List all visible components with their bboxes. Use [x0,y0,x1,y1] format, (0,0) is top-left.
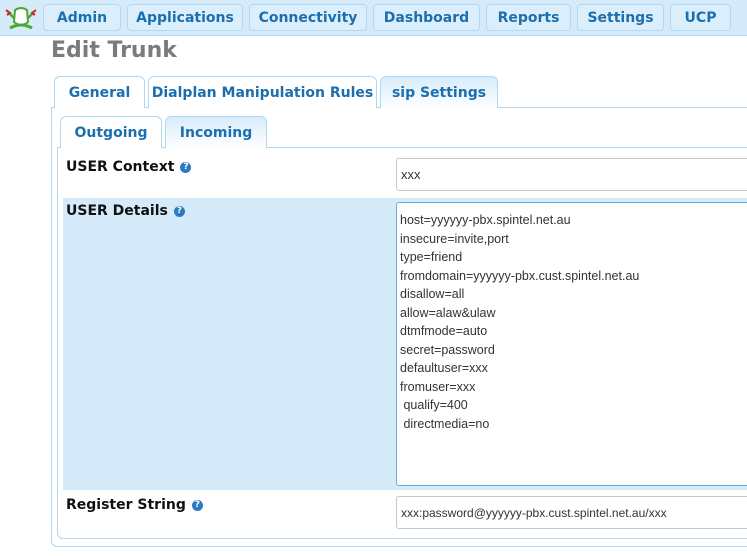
user-details-textarea[interactable]: host=yyyyyy-pbx.spintel.net.au insecure=… [396,202,747,486]
tab-dialplan-manipulation-rules[interactable]: Dialplan Manipulation Rules [148,76,377,108]
register-string-label-text: Register String [66,497,186,513]
question-circle-icon[interactable]: ? [191,499,203,511]
tab-general[interactable]: General [54,76,145,108]
frog-logo-icon[interactable] [4,4,38,31]
question-circle-icon[interactable]: ? [180,161,192,173]
nav-reports[interactable]: Reports [486,4,571,31]
top-nav-bar: Admin Applications Connectivity Dashboar… [0,0,747,36]
nav-admin[interactable]: Admin [43,4,121,31]
nav-ucp[interactable]: UCP [670,4,731,31]
nav-connectivity[interactable]: Connectivity [249,4,367,31]
register-string-input[interactable]: xxx:password@yyyyyy-pbx.cust.spintel.net… [396,496,747,529]
tab-sip-settings[interactable]: sip Settings [380,76,498,108]
user-context-input[interactable]: xxx [396,158,747,191]
subtab-incoming[interactable]: Incoming [165,116,267,148]
user-details-label-text: USER Details [66,203,168,219]
nav-settings[interactable]: Settings [577,4,664,31]
user-context-label: USER Context ? [66,159,192,175]
nav-dashboard[interactable]: Dashboard [373,4,480,31]
user-context-label-text: USER Context [66,159,175,175]
question-circle-icon[interactable]: ? [173,205,185,217]
nav-applications[interactable]: Applications [127,4,243,31]
register-string-label: Register String ? [66,497,203,513]
page-title: Edit Trunk [51,38,177,63]
user-details-label: USER Details ? [66,203,185,219]
subtab-outgoing[interactable]: Outgoing [60,116,162,148]
